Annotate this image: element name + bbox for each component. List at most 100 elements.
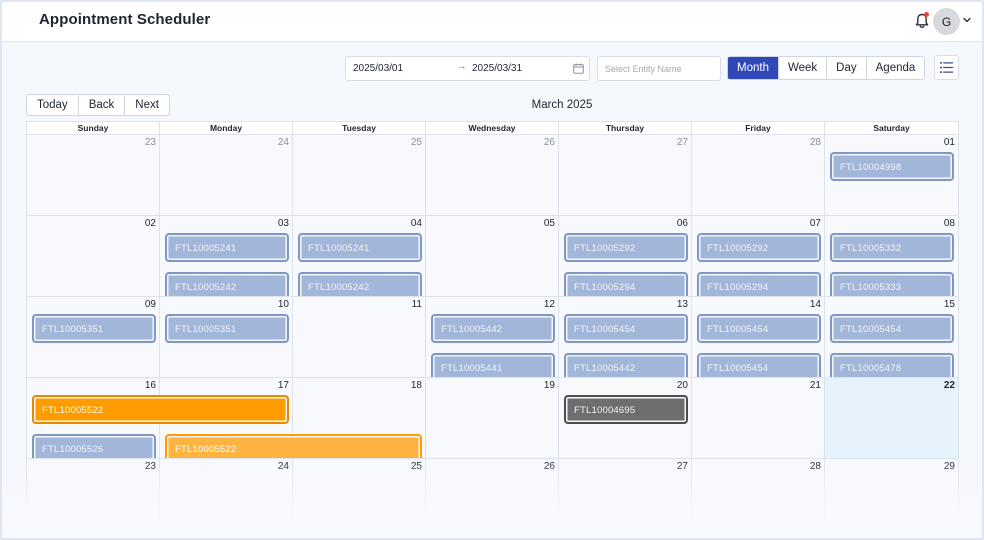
day-cell[interactable]: 03 FTL10005241 FTL10005242 [160, 216, 293, 296]
event-chip[interactable]: FTL10005522 [32, 395, 289, 424]
day-number[interactable]: 05 [544, 218, 555, 229]
day-cell[interactable]: 27 [559, 135, 692, 215]
event-chip[interactable]: FTL10005454 [697, 353, 821, 377]
event-chip[interactable]: FTL10005351 [32, 314, 156, 343]
event-chip[interactable]: FTL10005454 [697, 314, 821, 343]
day-number[interactable]: 06 [677, 218, 688, 229]
day-cell[interactable]: 25 [293, 459, 426, 538]
day-number[interactable]: 03 [278, 218, 289, 229]
day-number[interactable]: 27 [677, 461, 688, 472]
day-number[interactable]: 29 [944, 461, 955, 472]
day-number[interactable]: 20 [677, 380, 688, 391]
event-chip[interactable]: FTL10005242 [165, 272, 289, 296]
entity-name-input[interactable] [597, 56, 721, 81]
day-number[interactable]: 11 [412, 299, 422, 310]
day-number[interactable]: 10 [278, 299, 289, 310]
day-cell[interactable]: 05 [426, 216, 559, 296]
day-number[interactable]: 22 [944, 380, 955, 391]
day-number[interactable]: 26 [544, 137, 555, 148]
day-cell[interactable]: 04 FTL10005241 FTL10005242 [293, 216, 426, 296]
day-cell[interactable]: 26 [426, 135, 559, 215]
day-number[interactable]: 14 [810, 299, 821, 310]
event-chip[interactable]: FTL10004695 [564, 395, 688, 424]
day-number[interactable]: 21 [810, 380, 821, 391]
date-end[interactable]: 2025/03/31 [472, 63, 522, 74]
view-week-button[interactable]: Week [778, 57, 828, 79]
calendar-icon[interactable] [573, 63, 584, 74]
day-number[interactable]: 28 [810, 137, 821, 148]
event-chip[interactable]: FTL10005241 [165, 233, 289, 262]
event-chip[interactable]: FTL10005292 [697, 233, 821, 262]
event-chip[interactable]: FTL10005294 [697, 272, 821, 296]
day-cell[interactable]: 21 [692, 378, 825, 458]
day-number[interactable]: 19 [544, 380, 555, 391]
date-start[interactable]: 2025/03/01 [353, 63, 403, 74]
event-chip[interactable]: FTL10005351 [165, 314, 289, 343]
date-range-picker[interactable]: 2025/03/01 → 2025/03/31 [345, 56, 590, 81]
event-chip[interactable]: FTL10005526 [32, 434, 156, 458]
day-cell[interactable]: 08 FTL10005332 FTL10005333 [825, 216, 958, 296]
day-number[interactable]: 27 [677, 137, 688, 148]
day-number[interactable]: 23 [145, 461, 156, 472]
event-chip[interactable]: FTL10005478 [830, 353, 954, 377]
day-number[interactable]: 13 [677, 299, 688, 310]
event-chip[interactable]: FTL10005242 [298, 272, 422, 296]
day-number[interactable]: 09 [145, 299, 156, 310]
day-number[interactable]: 25 [411, 137, 422, 148]
day-number[interactable]: 15 [944, 299, 955, 310]
day-cell[interactable]: 24 [160, 135, 293, 215]
day-cell[interactable]: 19 [426, 378, 559, 458]
day-number[interactable]: 17 [278, 380, 289, 391]
day-cell[interactable]: 23 [27, 459, 160, 538]
day-number[interactable]: 08 [944, 218, 955, 229]
event-chip[interactable]: FTL10004998 [830, 152, 954, 181]
day-number[interactable]: 02 [145, 218, 156, 229]
day-cell[interactable]: 15 FTL10005454 FTL10005478 [825, 297, 958, 377]
day-cell[interactable]: 26 [426, 459, 559, 538]
day-cell[interactable]: 11 [293, 297, 426, 377]
day-number[interactable]: 01 [944, 137, 955, 148]
day-number[interactable]: 04 [411, 218, 422, 229]
day-cell[interactable]: 10 FTL10005351 [160, 297, 293, 377]
event-chip[interactable]: FTL10005333 [830, 272, 954, 296]
day-cell[interactable]: 28 [692, 459, 825, 538]
day-number[interactable]: 18 [411, 380, 422, 391]
day-cell[interactable]: 29 [825, 459, 958, 538]
day-number[interactable]: 26 [544, 461, 555, 472]
day-number[interactable]: 25 [411, 461, 422, 472]
day-cell[interactable]: 13 FTL10005454 FTL10005442 [559, 297, 692, 377]
day-cell[interactable]: 06 FTL10005292 FTL10005294 [559, 216, 692, 296]
list-view-icon[interactable] [934, 55, 959, 80]
day-number[interactable]: 16 [145, 380, 156, 391]
day-number[interactable]: 28 [810, 461, 821, 472]
event-chip[interactable]: FTL10005454 [830, 314, 954, 343]
day-cell[interactable]: 02 [27, 216, 160, 296]
day-cell[interactable]: 12 FTL10005442 FTL10005441 [426, 297, 559, 377]
event-chip[interactable]: FTL10005522 [165, 434, 422, 458]
day-number[interactable]: 24 [278, 137, 289, 148]
event-chip[interactable]: FTL10005454 [564, 314, 688, 343]
day-number[interactable]: 12 [544, 299, 555, 310]
view-agenda-button[interactable]: Agenda [866, 57, 925, 79]
day-number[interactable]: 23 [145, 137, 156, 148]
event-chip[interactable]: FTL10005294 [564, 272, 688, 296]
day-cell[interactable]: 27 [559, 459, 692, 538]
day-number[interactable]: 07 [810, 218, 821, 229]
day-cell[interactable]: 09 FTL10005351 [27, 297, 160, 377]
day-cell[interactable]: 25 [293, 135, 426, 215]
day-cell[interactable]: 07 FTL10005292 FTL10005294 [692, 216, 825, 296]
event-chip[interactable]: FTL10005442 [564, 353, 688, 377]
day-cell[interactable]: 14 FTL10005454 FTL10005454 [692, 297, 825, 377]
avatar[interactable]: G [933, 8, 960, 35]
day-cell[interactable]: 23 [27, 135, 160, 215]
chevron-down-icon[interactable] [962, 15, 972, 25]
event-chip[interactable]: FTL10005442 [431, 314, 555, 343]
day-cell[interactable]: 22 [825, 378, 958, 458]
day-number[interactable]: 24 [278, 461, 289, 472]
day-cell[interactable]: 24 [160, 459, 293, 538]
day-cell[interactable]: 01 FTL10004998 [825, 135, 958, 215]
event-chip[interactable]: FTL10005241 [298, 233, 422, 262]
event-chip[interactable]: FTL10005441 [431, 353, 555, 377]
view-month-button[interactable]: Month [728, 57, 779, 79]
event-chip[interactable]: FTL10005292 [564, 233, 688, 262]
